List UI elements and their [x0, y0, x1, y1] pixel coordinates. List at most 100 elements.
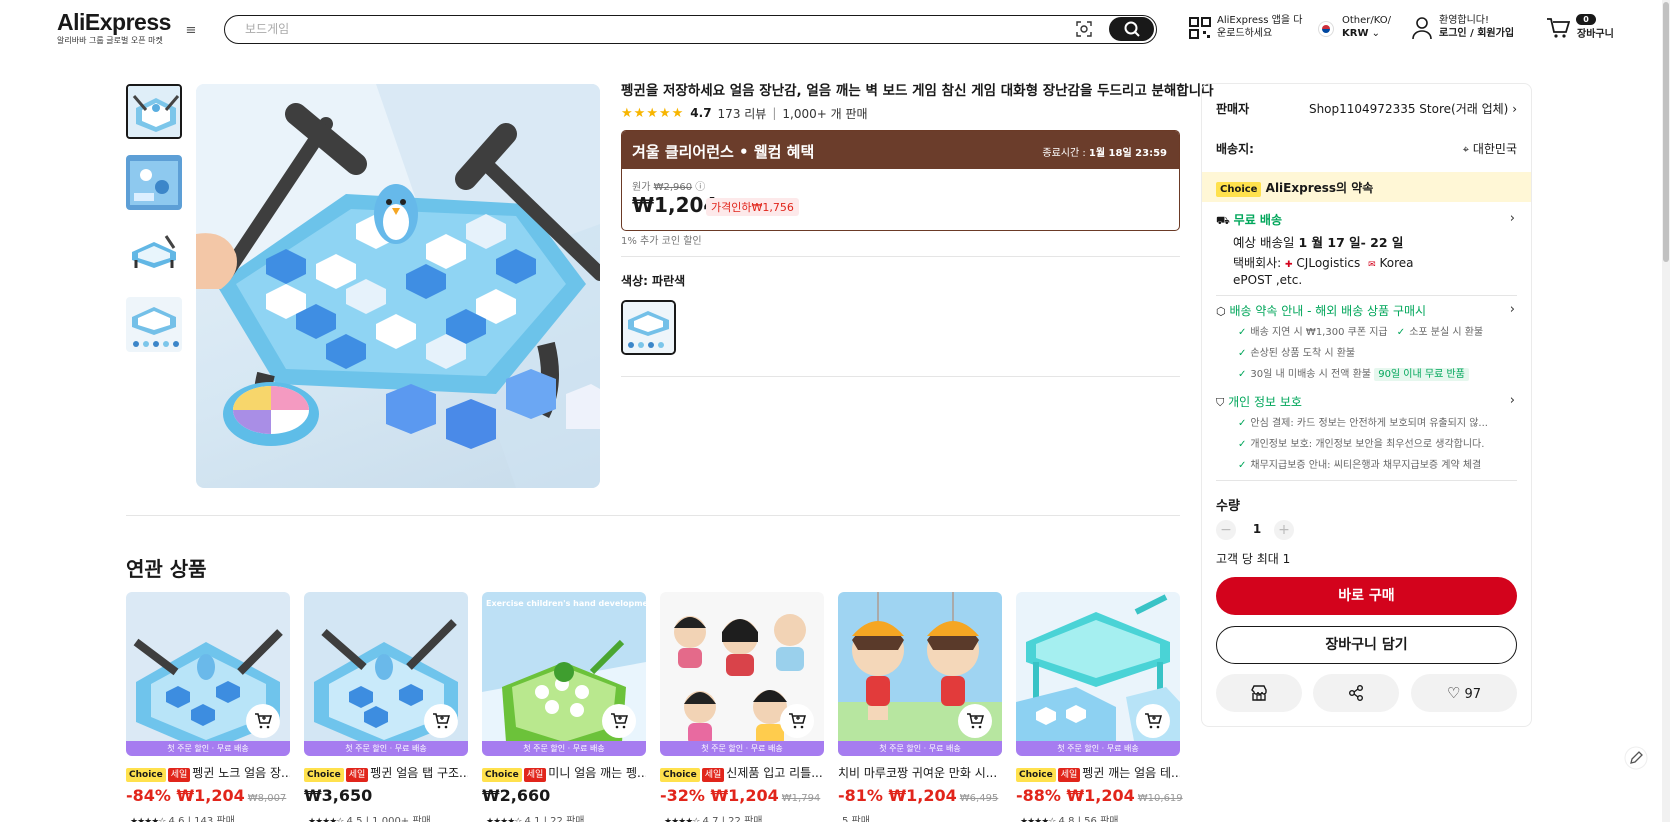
currency-label: KRW	[1342, 28, 1369, 39]
original-price: 원가 ₩2,960 ⓘ	[632, 182, 706, 193]
rating-stars: ★★★★☆	[1020, 817, 1056, 822]
delivery-promise-row[interactable]: ⬡ 배송 약속 안내 - 해외 배송 상품 구매시 ›	[1216, 302, 1517, 319]
edit-icon[interactable]	[1624, 746, 1648, 770]
add-to-cart-button[interactable]	[424, 704, 458, 738]
app-download-line1: AliExpress 앱을 다	[1217, 15, 1303, 26]
privacy-item: ✓ 채무지급보증 안내: 씨티은행과 채무지급보증 계약 체결	[1238, 460, 1482, 471]
promotion-title: 겨울 클리어런스 • 웰컴 혜택	[632, 143, 815, 161]
promise-item: ✓ 배송 지연 시 ₩1,300 쿠폰 지급 ✓ 소포 분실 시 환불	[1238, 327, 1484, 338]
add-to-cart-button[interactable]	[1136, 704, 1170, 738]
search-button[interactable]	[1109, 17, 1154, 41]
related-product-card[interactable]: 첫 주문 할인 · 무료 배송 Choice 세일 펭귄 노크 얼음 장... -8…	[126, 592, 290, 822]
chevron-right-icon: ›	[1509, 302, 1515, 317]
carrier-row: 택배회사: ✚ CJLogistics ✉ Korea	[1233, 256, 1414, 270]
sale-tag: 세일	[523, 768, 547, 782]
choice-tag: Choice	[304, 768, 344, 782]
cart-plus-icon	[967, 713, 984, 729]
cart-label[interactable]: 장바구니	[1577, 28, 1614, 41]
purchase-panel: 판매자 Shop1104972335 Store(거래 업체) › 배송지: ⌖…	[1201, 83, 1532, 727]
reviews-link[interactable]: 173 리뷰	[718, 105, 767, 122]
product-price: ₩1,204	[1066, 786, 1135, 805]
rating-stars: ★★★★☆	[486, 817, 522, 822]
ship-to-row[interactable]: 배송지: ⌖ 대한민국	[1216, 140, 1517, 157]
main-product-image[interactable]	[196, 84, 600, 488]
color-option-blue[interactable]	[621, 300, 676, 355]
aliexpress-logo[interactable]: AliExpress 알리바바 그룹 글로벌 오픈 마켓	[57, 10, 171, 46]
related-product-card[interactable]: 첫 주문 할인 · 무료 배송 Choice 세일 신제품 입고 리틀... -32…	[660, 592, 824, 822]
choice-tag: Choice	[1216, 182, 1262, 197]
product-price: ₩1,204	[176, 786, 245, 805]
quantity-increase-button[interactable]: +	[1274, 520, 1294, 540]
ship-to-value[interactable]: ⌖ 대한민국	[1463, 140, 1517, 157]
sold-count: 1,000+ 개 판매	[782, 106, 868, 121]
choice-tag: Choice	[482, 768, 522, 782]
user-icon[interactable]	[1411, 16, 1433, 40]
sale-tag: 세일	[167, 768, 191, 782]
related-product-card[interactable]: 첫 주문 할인 · 무료 배송 Choice 세일 펭귄 깨는 얼음 테... -8…	[1016, 592, 1183, 822]
login-signup-text: 로그인 / 회원가입	[1439, 28, 1515, 39]
wishlist-button[interactable]: ♡ 97	[1411, 674, 1517, 712]
seller-label: 판매자	[1216, 102, 1250, 116]
first-order-band: 첫 주문 할인 · 무료 배송	[1016, 741, 1180, 756]
sale-tag: 세일	[345, 768, 369, 782]
discount-percent: -88%	[1016, 786, 1061, 805]
promise-item: ✓ 30일 내 미배송 시 전액 환불 90일 이내 무료 반품	[1238, 365, 1469, 381]
discount-percent: -32%	[660, 786, 705, 805]
product-price: ₩1,204	[710, 786, 779, 805]
store-button[interactable]	[1216, 674, 1302, 712]
add-to-cart-button[interactable]	[780, 704, 814, 738]
app-download-link[interactable]: AliExpress 앱을 다 운로드하세요	[1217, 14, 1302, 40]
add-to-cart-button[interactable]	[602, 704, 636, 738]
qr-code-icon[interactable]	[1189, 17, 1211, 39]
related-product-card[interactable]: 첫 주문 할인 · 무료 배송 Choice 세일 펭귄 얼음 탭 구조... ₩3…	[304, 592, 468, 822]
privacy-row[interactable]: ⛉ 개인 정보 보호 ›	[1216, 393, 1517, 410]
quantity-limit: 고객 당 최대 1	[1216, 552, 1291, 566]
rating-value: 4.7	[690, 106, 712, 120]
original-price: ₩1,794	[781, 793, 821, 804]
product-image[interactable]: 첫 주문 할인 · 무료 배송	[838, 592, 1002, 756]
store-icon	[1251, 685, 1267, 701]
scrollbar-thumb[interactable]	[1663, 2, 1669, 262]
cart-count-badge: 0	[1576, 14, 1596, 25]
menu-icon[interactable]: ≡	[184, 24, 198, 38]
choice-text: AliExpress의 약속	[1265, 181, 1374, 195]
cart-icon[interactable]	[1546, 17, 1570, 39]
product-image[interactable]: Exercise children's hand development 첫 주…	[482, 592, 646, 756]
related-product-card[interactable]: 첫 주문 할인 · 무료 배송 치비 마루코짱 귀여운 만화 시... -81%…	[838, 592, 1002, 822]
free-shipping-row[interactable]: ⛟ 무료 배송 ›	[1216, 211, 1517, 229]
seller-row[interactable]: 판매자 Shop1104972335 Store(거래 업체) ›	[1216, 100, 1517, 117]
gallery-thumbnail[interactable]	[126, 155, 182, 210]
image-search-icon[interactable]	[1075, 20, 1093, 38]
gallery-thumbnail[interactable]	[126, 84, 182, 139]
first-order-band: 첫 주문 할인 · 무료 배송	[660, 741, 824, 756]
search-input[interactable]	[245, 16, 1065, 42]
gallery-thumbnail[interactable]	[126, 297, 182, 352]
add-to-cart-button[interactable]: 장바구니 담기	[1216, 626, 1517, 664]
product-image[interactable]: 첫 주문 할인 · 무료 배송	[126, 592, 290, 756]
info-icon[interactable]: ⓘ	[695, 182, 705, 193]
share-icon	[1349, 685, 1363, 701]
promotion-end-time: 종료시간 : 1월 18일 23:59	[1042, 148, 1167, 159]
promotion-header: 겨울 클리어런스 • 웰컴 혜택 종료시간 : 1월 18일 23:59	[622, 131, 1179, 169]
gallery-thumbnail[interactable]	[126, 226, 182, 281]
logo-text: AliExpress	[57, 9, 171, 35]
rating-value: 4.6	[168, 816, 185, 822]
product-image[interactable]: 첫 주문 할인 · 무료 배송	[304, 592, 468, 756]
quantity-value[interactable]: 1	[1247, 522, 1267, 536]
add-to-cart-button[interactable]	[246, 704, 280, 738]
account-link[interactable]: 환영합니다! 로그인 / 회원가입	[1439, 14, 1514, 40]
related-products-title: 연관 상품	[126, 557, 207, 581]
related-product-card[interactable]: Exercise children's hand development 첫 주…	[482, 592, 646, 822]
divider	[1216, 480, 1517, 481]
product-image[interactable]: 첫 주문 할인 · 무료 배송	[1016, 592, 1180, 756]
seller-value[interactable]: Shop1104972335 Store(거래 업체) ›	[1309, 100, 1517, 117]
region-currency-selector[interactable]: Other/KO/ KRW ⌄	[1342, 14, 1391, 40]
sold-count: 143 판매	[194, 816, 235, 822]
add-to-cart-button[interactable]	[958, 704, 992, 738]
cart-plus-icon	[255, 713, 272, 729]
buy-now-button[interactable]: 바로 구매	[1216, 577, 1517, 615]
share-button[interactable]	[1313, 674, 1399, 712]
product-image[interactable]: 첫 주문 할인 · 무료 배송	[660, 592, 824, 756]
quantity-decrease-button[interactable]: −	[1216, 520, 1236, 540]
location-pin-icon: ⌖	[1462, 143, 1469, 156]
